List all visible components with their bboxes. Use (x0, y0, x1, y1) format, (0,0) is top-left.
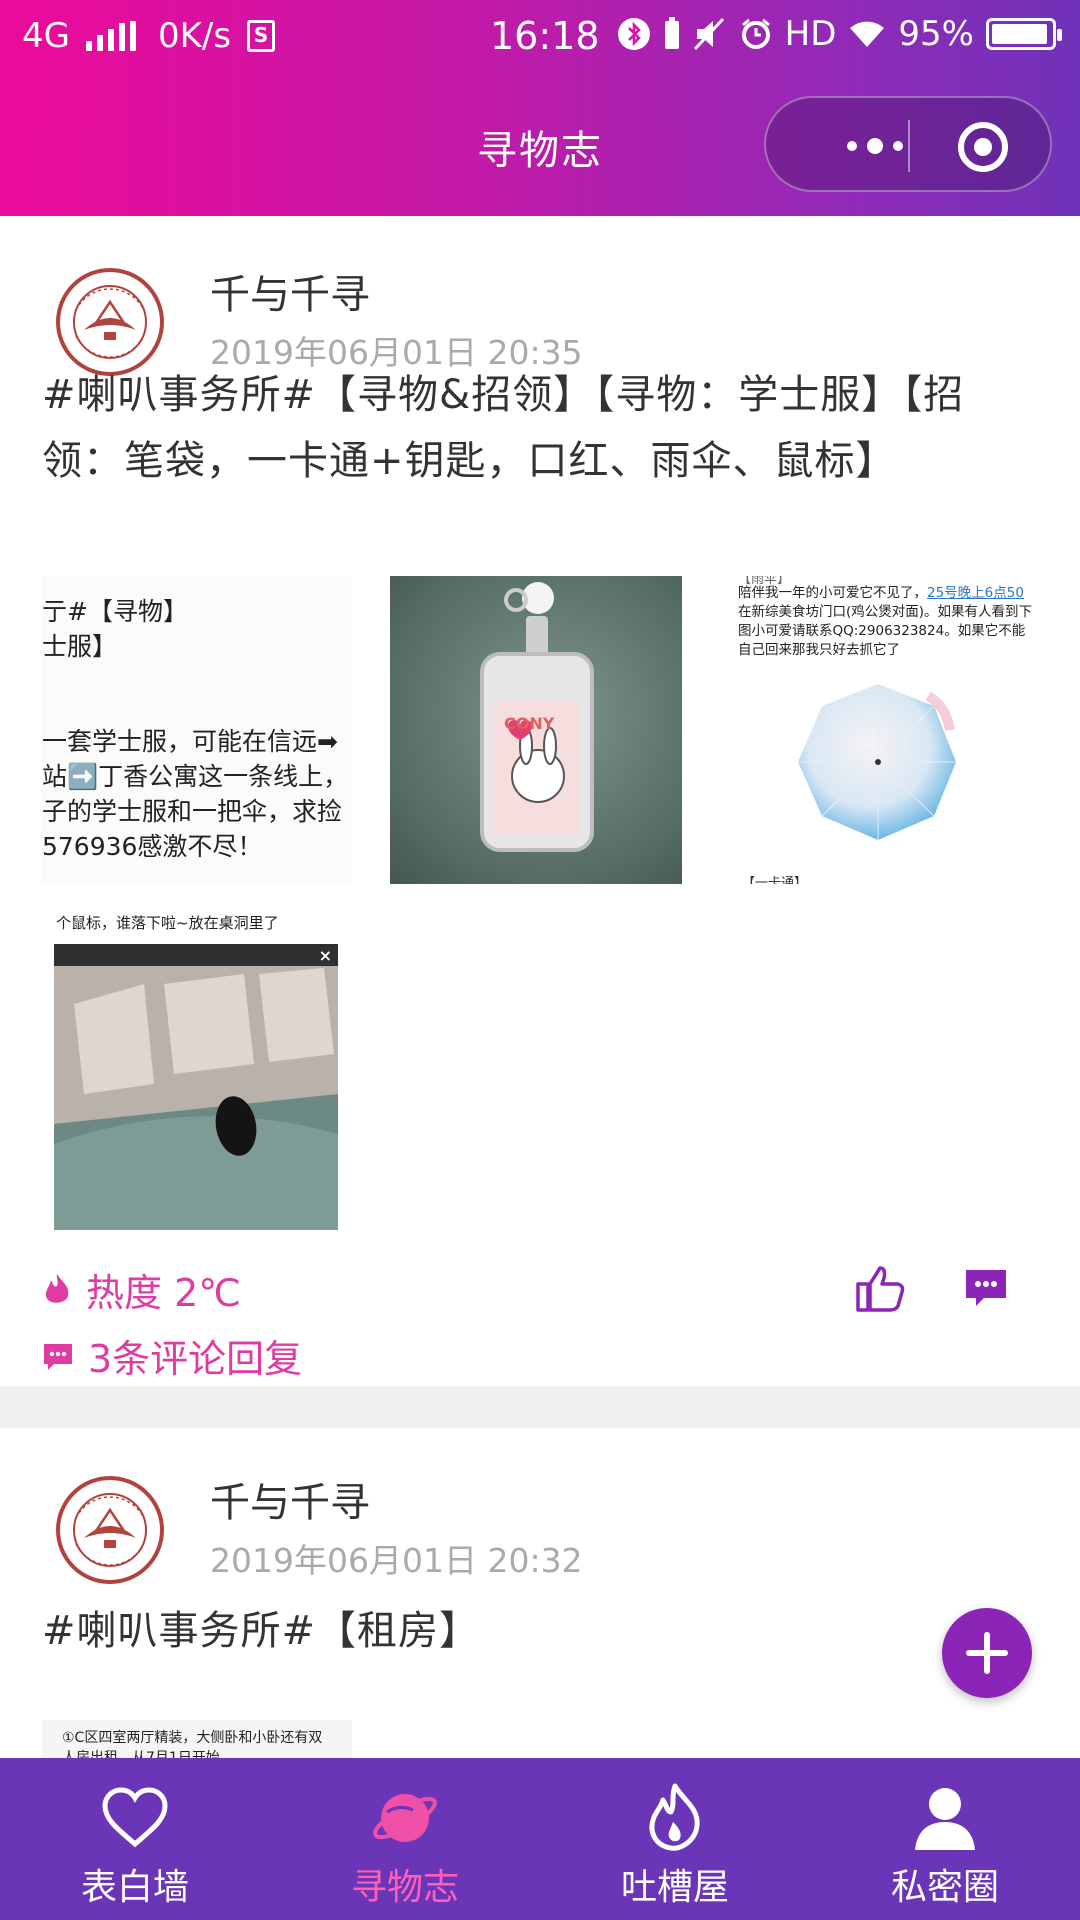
tab-label: 表白墙 (80, 1867, 189, 1908)
card-label: CONY (504, 714, 555, 733)
battery-percent: 95% (898, 14, 974, 54)
user-name[interactable]: 千与千寻 (210, 262, 370, 320)
bluetooth-icon (617, 17, 651, 51)
clock: 16:18 (490, 14, 600, 58)
sim-icon: S (247, 20, 276, 52)
more-icon[interactable] (810, 128, 940, 164)
image-line (42, 664, 348, 724)
reply-count[interactable]: 3条评论回复 (42, 1328, 302, 1383)
battery-icon (986, 18, 1062, 50)
avatar[interactable] (54, 1474, 166, 1586)
capsule-divider (908, 120, 910, 172)
post-content: #喇叭事务所#【租房】 (42, 1608, 481, 1654)
reply-label: 3条评论回复 (88, 1337, 303, 1381)
signal-icon (85, 21, 136, 51)
tab-rant-house[interactable]: 吐槽屋 (540, 1758, 810, 1920)
status-bar: 4G 0K/s S 16:18 HD 95% (0, 0, 1080, 76)
image-line: ①C区四室两厅精装，大侧卧和小卧还有双 (62, 1730, 323, 1746)
add-post-button[interactable] (942, 1608, 1032, 1698)
post-card[interactable]: 千与千寻 2019年06月01日 20:32 #喇叭事务所#【租房】 ①C区四室… (0, 1428, 1080, 1780)
capsule-menu (764, 96, 1052, 192)
image-caption: 个鼠标，谁落下啦~放在桌洞里了 (56, 914, 279, 932)
comment-icon (44, 1343, 72, 1370)
image-footer: 【一卡通】 (742, 876, 808, 884)
image-line: 站➡️丁香公寓这一条线上， (42, 762, 349, 791)
tab-label: 吐槽屋 (620, 1867, 729, 1908)
post-image[interactable]: 亍#【寻物】 士服】 一套学士服，可能在信远➡ 站➡️丁香公寓这一条线上， 子的… (42, 576, 352, 884)
post-image[interactable]: CONY (390, 576, 682, 884)
image-line: 一套学士服，可能在信远➡ (42, 727, 338, 756)
heart-icon (102, 1787, 168, 1848)
flame-icon (45, 1273, 69, 1303)
tab-private-circle[interactable]: 私密圈 (810, 1758, 1080, 1920)
network-type: 4G (22, 16, 70, 56)
network-speed: 0K/s (157, 16, 232, 56)
post-image[interactable]: 个鼠标，谁落下啦~放在桌洞里了 × (42, 912, 352, 1230)
vibrate-icon (663, 17, 681, 51)
app-root: 4G 0K/s S 16:18 HD 95% 寻物志 千与千寻 2019年06月… (0, 0, 1080, 1920)
image-line: 576936感激不尽！ (42, 832, 263, 861)
close-icon: × (318, 946, 332, 965)
tab-lost-found[interactable]: 寻物志 (270, 1758, 540, 1920)
wifi-icon (848, 19, 886, 49)
umbrella-photo (798, 684, 956, 840)
post-date: 2019年06月01日 20:32 (210, 1541, 583, 1580)
tab-confession-wall[interactable]: 表白墙 (0, 1758, 270, 1920)
target-icon[interactable] (958, 122, 1008, 172)
image-line: 士服】 (42, 632, 118, 661)
user-name[interactable]: 千与千寻 (210, 1470, 370, 1528)
image-line: 子的学士服和一把伞，求捡 (42, 797, 343, 826)
heat-indicator: 热度 2℃ (42, 1262, 241, 1317)
post-content: #喇叭事务所#【寻物&招领】【寻物：学士服】【招领：笔袋，一卡通+钥匙，口红、雨… (42, 372, 965, 484)
image-line: 亍#【寻物】 (42, 597, 188, 626)
tab-bar: 表白墙 寻物志 吐槽屋 私密圈 (0, 1758, 1080, 1920)
tab-label: 私密圈 (890, 1867, 999, 1908)
image-text: 亍#【寻物】 士服】 一套学士服，可能在信远➡ 站➡️丁香公寓这一条线上， 子的… (42, 594, 348, 864)
hd-label: HD (784, 14, 837, 54)
mouse-photo: × (54, 944, 338, 1230)
flame-icon (649, 1783, 700, 1851)
post-divider (0, 1386, 1080, 1428)
mute-icon (693, 17, 727, 51)
planet-icon (373, 1794, 437, 1842)
user-icon (915, 1788, 975, 1850)
like-icon[interactable] (854, 1262, 906, 1314)
tab-label: 寻物志 (350, 1867, 459, 1908)
post-image[interactable]: 【雨伞】 陪伴我一年的小可爱它不见了，25号晚上6点50在新综美食坊门口(鸡公煲… (728, 576, 1038, 884)
comment-button-icon[interactable] (964, 1266, 1008, 1310)
alarm-icon (739, 17, 773, 51)
header: 4G 0K/s S 16:18 HD 95% 寻物志 (0, 0, 1080, 216)
heat-label: 热度 2℃ (86, 1271, 241, 1315)
